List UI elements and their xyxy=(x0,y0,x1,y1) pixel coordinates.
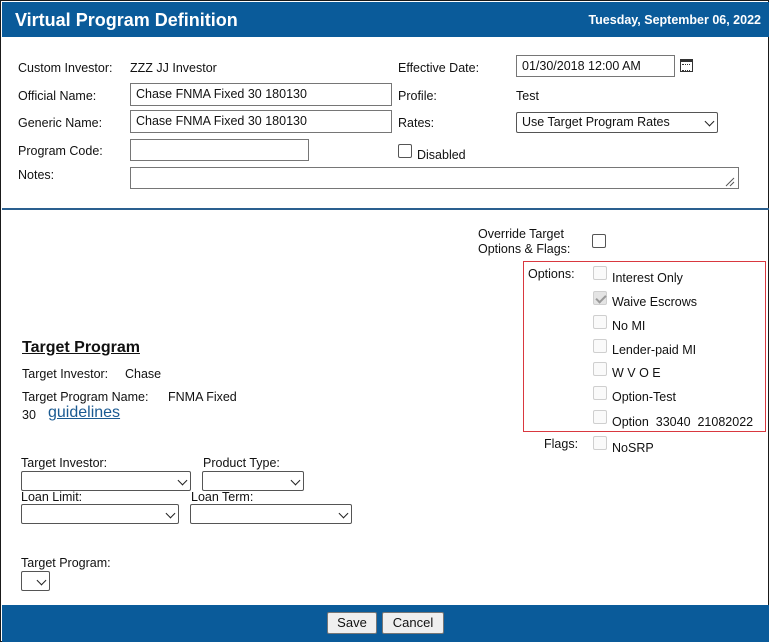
effective-date-field[interactable]: 01/30/2018 12:00 AM xyxy=(516,55,675,77)
filter-target-program-select[interactable] xyxy=(21,571,50,591)
rates-label: Rates: xyxy=(398,116,435,130)
program-code-label: Program Code: xyxy=(18,144,103,158)
option-test-checkbox[interactable] xyxy=(593,386,607,400)
custom-investor-label: Custom Investor: xyxy=(18,61,113,75)
profile-value: Test xyxy=(516,89,539,103)
filter-loan-term-select[interactable] xyxy=(190,504,352,524)
generic-name-field[interactable]: Chase FNMA Fixed 30 180130 xyxy=(130,110,392,133)
option-lender-paid-mi-label: Lender-paid MI xyxy=(612,343,697,357)
profile-label: Profile: xyxy=(398,89,437,103)
generic-name-label: Generic Name: xyxy=(18,116,103,130)
notes-label: Notes: xyxy=(18,168,55,182)
chevron-down-icon xyxy=(165,508,176,519)
dialog-frame: Virtual Program Definition Tuesday, Sept… xyxy=(0,0,769,642)
option-waive-escrows-label: Waive Escrows xyxy=(612,295,697,309)
official-name-field[interactable]: Chase FNMA Fixed 30 180130 xyxy=(130,83,392,106)
flags-label: Flags: xyxy=(544,437,579,451)
filter-loan-term-label: Loan Term: xyxy=(191,490,254,504)
option-waive-escrows-checkbox[interactable] xyxy=(593,291,607,305)
filter-loan-limit-label: Loan Limit: xyxy=(21,490,83,504)
disabled-checkbox[interactable] xyxy=(398,144,412,158)
header-date: Tuesday, September 06, 2022 xyxy=(588,13,761,27)
filter-loan-limit-select[interactable] xyxy=(21,504,179,524)
target-investor-value: Chase xyxy=(125,367,162,381)
option-no-mi-checkbox[interactable] xyxy=(593,315,607,329)
target-program-name-label: Target Program Name: xyxy=(22,390,149,404)
option-33040-checkbox[interactable] xyxy=(593,410,607,424)
guidelines-link[interactable]: guidelines xyxy=(48,404,120,422)
section-divider xyxy=(2,208,769,210)
rates-select-value: Use Target Program Rates xyxy=(522,115,670,129)
option-33040-label: Option 33040 21082022 xyxy=(612,415,754,429)
official-name-label: Official Name: xyxy=(18,89,97,103)
override-label-line2: Options & Flags: xyxy=(478,242,571,256)
filter-target-program-label: Target Program: xyxy=(21,556,111,570)
chevron-down-icon xyxy=(704,116,715,127)
flag-nosrp-label: NoSRP xyxy=(612,441,654,455)
cancel-button[interactable]: Cancel xyxy=(382,612,444,634)
target-investor-label: Target Investor: xyxy=(22,367,109,381)
page-title: Virtual Program Definition xyxy=(15,10,238,30)
target-program-name-value: FNMA Fixed xyxy=(168,390,237,404)
target-program-name-value-cont: 30 xyxy=(22,408,36,422)
option-interest-only-label: Interest Only xyxy=(612,271,683,285)
calendar-icon[interactable] xyxy=(680,59,693,72)
rates-select[interactable]: Use Target Program Rates xyxy=(516,112,718,133)
title-bar: Virtual Program Definition Tuesday, Sept… xyxy=(2,2,769,37)
chevron-down-icon xyxy=(290,475,301,486)
resize-grip-icon[interactable] xyxy=(725,177,735,187)
option-wvoe-checkbox[interactable] xyxy=(593,362,607,376)
footer-bar: Save Cancel xyxy=(2,605,769,642)
option-no-mi-label: No MI xyxy=(612,319,646,333)
flag-nosrp-checkbox[interactable] xyxy=(593,436,607,450)
filter-product-type-select[interactable] xyxy=(202,471,304,491)
notes-field[interactable] xyxy=(130,167,739,189)
chevron-down-icon xyxy=(177,475,188,486)
target-program-heading: Target Program xyxy=(22,339,140,356)
option-interest-only-checkbox[interactable] xyxy=(593,266,607,280)
filter-target-investor-select[interactable] xyxy=(21,471,191,491)
disabled-label: Disabled xyxy=(417,148,466,162)
custom-investor-value: ZZZ JJ Investor xyxy=(130,61,217,75)
override-label-line1: Override Target xyxy=(478,227,564,241)
option-wvoe-label: W V O E xyxy=(612,366,661,380)
chevron-down-icon xyxy=(36,575,47,586)
option-lender-paid-mi-checkbox[interactable] xyxy=(593,339,607,353)
program-code-field[interactable] xyxy=(130,139,309,161)
options-label: Options: xyxy=(528,267,575,281)
chevron-down-icon xyxy=(338,508,349,519)
save-button[interactable]: Save xyxy=(327,612,377,634)
filter-product-type-label: Product Type: xyxy=(203,456,280,470)
override-checkbox[interactable] xyxy=(592,234,606,248)
effective-date-label: Effective Date: xyxy=(398,61,480,75)
filter-target-investor-label: Target Investor: xyxy=(21,456,108,470)
option-test-label: Option-Test xyxy=(612,390,676,404)
